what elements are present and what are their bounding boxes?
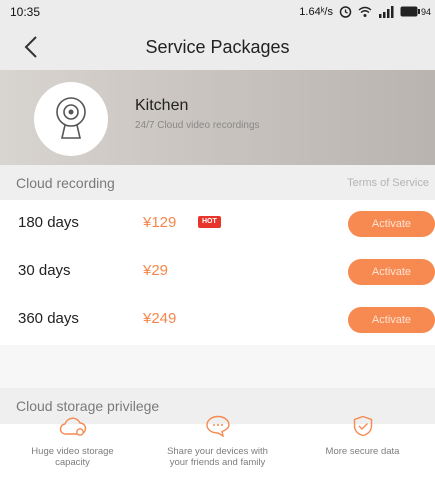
section-title: Cloud storage privilege [16,398,160,414]
plan-row-360-days: 360 days ¥249 Activate [0,296,435,344]
divider-area [0,345,435,388]
terms-of-service-link[interactable]: Terms of Service [347,177,429,189]
network-speed: 1.64ᵏ/s [299,5,333,18]
status-time: 10:35 [10,5,41,19]
section-title: Cloud recording [16,175,115,191]
chat-bubble-icon [205,415,230,437]
plan-days: 30 days [18,262,71,279]
activate-button[interactable]: Activate [348,307,435,333]
camera-icon [56,97,86,139]
device-avatar [34,82,108,156]
device-banner: Kitchen 24/7 Cloud video recordings [0,70,435,165]
device-description: 24/7 Cloud video recordings [135,120,260,131]
plan-row-180-days: 180 days ¥129 HOT Activate [0,200,435,248]
cloud-icon [59,417,86,436]
plan-row-30-days: 30 days ¥29 Activate [0,248,435,296]
plan-price: ¥29 [143,262,169,279]
privilege-label: Share your devices with your friends and… [167,446,268,468]
privilege-item-share: Share your devices with your friends and… [145,415,290,468]
hot-badge: HOT [198,216,221,228]
privilege-item-storage: Huge video storage capacity [0,415,145,468]
device-name: Kitchen [135,97,189,114]
status-bar: 10:35 1.64ᵏ/s 94 [0,0,435,24]
privilege-label: Huge video storage capacity [31,446,114,468]
cloud-recording-header: Cloud recording Terms of Service [0,165,435,201]
plan-price: ¥129 [143,214,177,231]
battery-icon: 94 [400,6,431,17]
privilege-item-security: More secure data [290,415,435,457]
plan-days: 180 days [18,214,79,231]
plan-days: 360 days [18,310,79,327]
battery-level: 94 [420,6,431,17]
privilege-label: More secure data [325,446,400,457]
activate-button[interactable]: Activate [348,259,435,285]
plan-price: ¥249 [143,310,177,327]
page-title: Service Packages [145,37,290,57]
navigation-bar: Service Packages [0,24,435,70]
wifi-icon [358,6,372,18]
activate-button[interactable]: Activate [348,211,435,237]
alarm-icon [339,5,352,18]
signal-icon [378,5,394,18]
shield-check-icon [353,415,372,437]
status-icons: 1.64ᵏ/s 94 [299,5,431,18]
